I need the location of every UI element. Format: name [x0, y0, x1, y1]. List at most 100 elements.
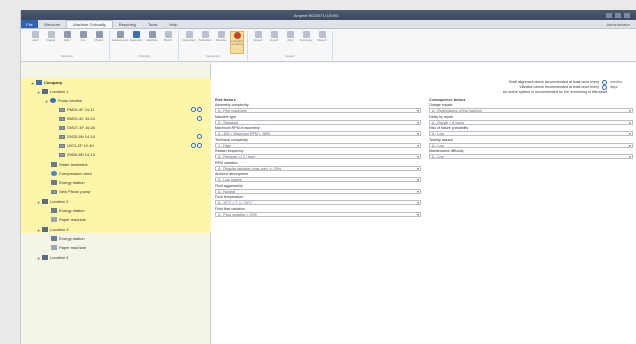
tree-node-location-3[interactable]: ◢ Location 3 — [37, 227, 68, 232]
inspection-icon — [185, 31, 193, 38]
tab-reporting[interactable]: Reporting — [113, 20, 142, 28]
max-rpm-select[interactable]: A - 300 < Maximum RPM < 1800 ▼ — [215, 131, 421, 136]
report-icon — [318, 31, 326, 38]
ribbon-group-label: Criticality — [137, 54, 151, 58]
status-icons-lb74 — [191, 143, 202, 148]
chevron-down-icon: ▼ — [416, 178, 420, 182]
tree-node-gm27[interactable]: GM27-4F 16-40 — [59, 125, 95, 130]
delay-by-repair-select[interactable]: A - Repair < 8 hours ▼ — [429, 119, 633, 125]
tab-structure[interactable]: Structure — [38, 20, 66, 28]
tree-node-zm25-b[interactable]: ZM25-8N 14-10 — [59, 152, 95, 157]
criticality-icon — [233, 32, 241, 39]
tree-node-bm25[interactable]: BM25-4C 15-10 — [59, 116, 95, 121]
maximize-button[interactable] — [615, 12, 621, 18]
edit-button[interactable]: Edit — [60, 31, 74, 54]
tree-node-company[interactable]: ◢ Company — [31, 80, 62, 85]
status-icons-pm25 — [191, 107, 202, 112]
cut-button[interactable]: Cut — [76, 31, 90, 54]
add-button[interactable]: Add — [28, 31, 42, 54]
outage-impact-select[interactable]: A - Redundancy of the machine ▼ — [429, 108, 633, 113]
tree-node-new-piston-pump[interactable]: New Piston pump — [51, 189, 90, 194]
paste-icon — [95, 31, 103, 38]
tree-node-water-treatment[interactable]: Water treatment — [51, 162, 88, 167]
results-button[interactable]: Results — [214, 31, 228, 54]
tree-node-location-1[interactable]: ◢ Location 1 — [37, 89, 68, 94]
tree-node-energy-station-3[interactable]: Energy station — [51, 236, 85, 241]
minimize-button[interactable] — [606, 12, 612, 18]
machine-icon — [51, 208, 57, 213]
main-content: ◢ Company ◢ Location 1 ◢ Pump section PM25-… — [21, 63, 636, 344]
fluid-temperature-select[interactable]: A - 20°C < T <= 70°C ▼ — [215, 200, 421, 205]
schedule-icon — [201, 31, 209, 38]
import-button[interactable]: Import — [267, 31, 281, 54]
tree-node-paper-machine-3[interactable]: Paper machine — [51, 245, 86, 250]
delete-icon — [47, 31, 55, 38]
machine-type-select[interactable]: A - Standard ▼ — [215, 119, 421, 125]
ribbon-group-structure: Add Delete Edit Cut Paste Structure — [25, 31, 110, 61]
inspection-button[interactable]: Inspection — [182, 31, 196, 54]
tree-node-compression-area[interactable]: Compression area — [51, 171, 92, 176]
assembly-icon — [132, 31, 140, 38]
tab-machine-criticality[interactable]: Machine Criticality — [66, 20, 113, 28]
tree-node-zm25[interactable]: ZM25-8N 14-10 — [59, 134, 95, 139]
add-icon — [286, 31, 294, 38]
paper-icon — [51, 245, 57, 250]
title-bar: Ampere BOGETU LEVEL — [21, 10, 636, 20]
delete-button[interactable]: Delete — [44, 31, 58, 54]
measurement-icon — [59, 116, 65, 121]
tree-node-energy-station-2[interactable]: Energy station — [51, 208, 85, 213]
edit-icon — [63, 31, 71, 38]
add-report-button[interactable]: Add — [283, 31, 297, 54]
machine-icon — [148, 31, 156, 38]
status-ring-icon — [197, 134, 202, 139]
fluid-flow-variation-select[interactable]: A - Flow variation < 10% ▼ — [215, 211, 421, 217]
tree-node-location-4[interactable]: ◢ Location 4 — [37, 255, 68, 260]
schedule-button[interactable]: Schedule — [198, 31, 212, 54]
machine-icon — [51, 236, 57, 241]
assembly-button[interactable]: Assembly — [129, 31, 143, 54]
batch-button[interactable]: Batch — [161, 31, 175, 54]
export-button[interactable]: Export — [251, 31, 265, 54]
tab-tools[interactable]: Tools — [142, 20, 163, 28]
results-icon — [217, 31, 225, 38]
user-label: Administrator — [606, 21, 630, 27]
measurement-icon — [59, 143, 65, 148]
close-button[interactable] — [624, 12, 630, 18]
rpm-variation-select[interactable]: A - Regular variation (max-min) <= 20% ▼ — [215, 165, 421, 171]
assessment-button[interactable]: Assessment — [112, 31, 128, 54]
chevron-down-icon: ▼ — [416, 120, 420, 125]
technical-complexity-select[interactable]: 1 - High ▼ — [215, 142, 421, 148]
tree-node-pm25[interactable]: PM25-4F 24-11 — [59, 107, 95, 112]
measurement-icon — [59, 134, 65, 139]
chevron-down-icon: ▼ — [628, 155, 632, 159]
paste-button[interactable]: Paste — [92, 31, 106, 54]
tab-help[interactable]: Help — [163, 20, 183, 28]
window-controls — [606, 12, 630, 18]
restart-frequency-select[interactable]: A - Restarts <= 1 / hour ▼ — [215, 154, 421, 159]
maintenance-difficulty-select[interactable]: A - Low ▼ — [429, 154, 633, 159]
chevron-down-icon: ▼ — [628, 143, 632, 148]
tree-node-lb74[interactable]: LB74-2F 10-40 — [59, 143, 94, 148]
tree-node-paper-machine-2[interactable]: Paper machine — [51, 217, 86, 222]
assembly-complexity-select[interactable]: A - Fine machines ▼ — [215, 108, 421, 113]
machine-button[interactable]: Machine — [145, 31, 159, 54]
add-icon — [31, 31, 39, 38]
summary-button[interactable]: Summary — [299, 31, 313, 54]
fluid-aggressivity-select[interactable]: A - Neutral ▼ — [215, 188, 421, 194]
toxicity-hazard-select[interactable]: A - Low ▼ — [429, 142, 633, 148]
failure-probability-select[interactable]: A - Low ▼ — [429, 131, 633, 136]
import-icon — [270, 31, 278, 38]
criticality-analysis-button[interactable]: Criticality Analysis — [230, 31, 244, 54]
ambient-atmosphere-select[interactable]: A - Low loaded ▼ — [215, 177, 421, 182]
tree-node-location-2[interactable]: ◢ Location 2 — [37, 199, 68, 204]
compressor-icon — [51, 171, 57, 176]
tree-node-energy-station[interactable]: Energy station — [51, 180, 85, 185]
recommendation-info: Shaft alignment check recommended at lea… — [503, 80, 630, 95]
file-menu-button[interactable]: File — [21, 20, 38, 28]
chevron-down-icon: ▼ — [416, 201, 420, 205]
company-icon — [36, 80, 42, 85]
ribbon-group-criticality: Assessment Assembly Machine Batch Critic… — [110, 31, 179, 61]
tree-node-pump-section[interactable]: ◢ Pump section — [45, 98, 82, 103]
report-button[interactable]: Report — [315, 31, 329, 54]
status-ring-icon — [191, 107, 196, 112]
